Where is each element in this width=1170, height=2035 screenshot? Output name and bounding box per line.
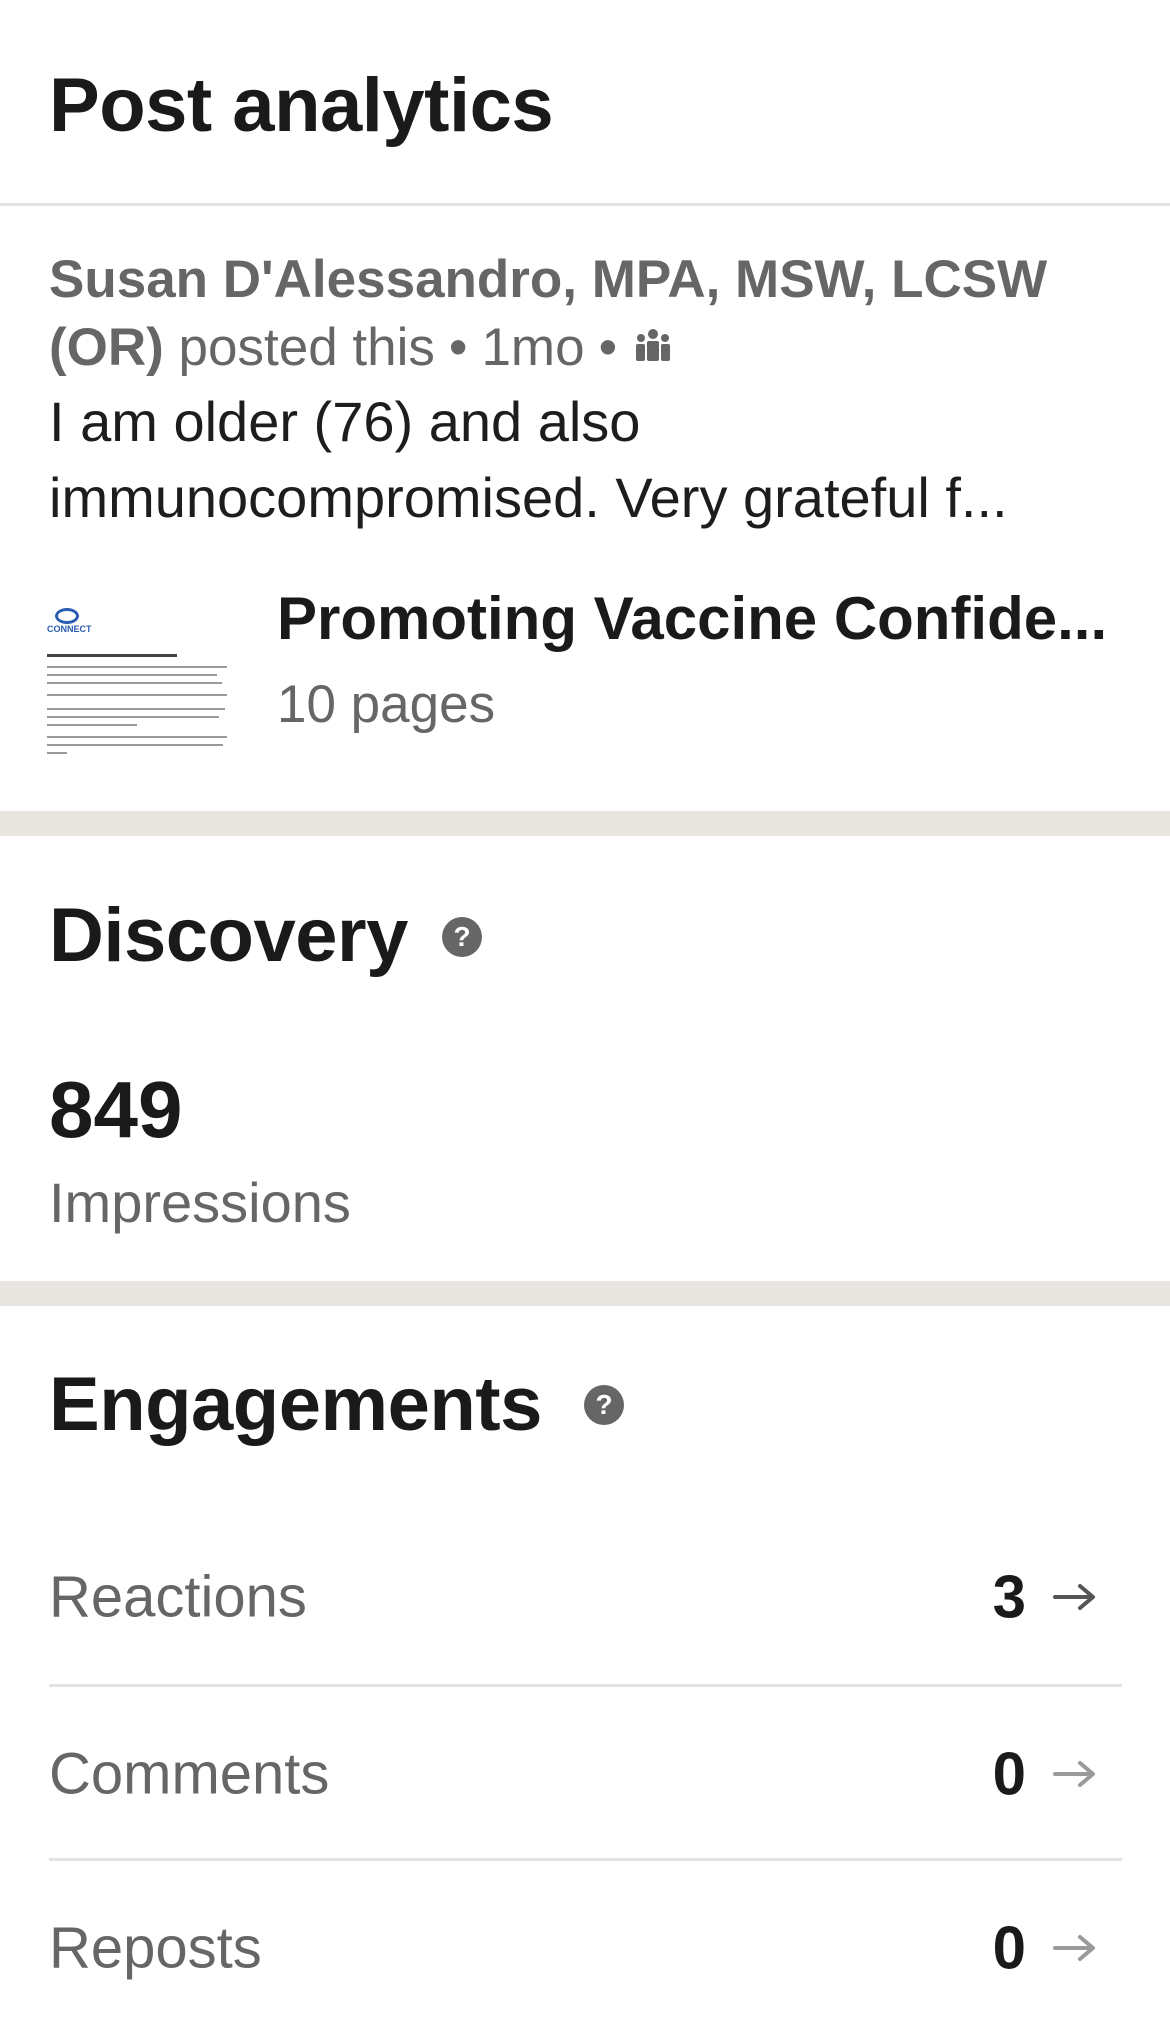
section-separator — [0, 811, 1170, 836]
page-header: Post analytics — [0, 0, 1170, 206]
impressions-count: 849 — [49, 1065, 183, 1154]
thumb-text-line — [47, 666, 227, 668]
thumb-text-line — [47, 682, 222, 684]
row-value: 0 — [992, 1740, 1026, 1808]
section-separator — [0, 1281, 1170, 1306]
arrow-right-icon — [1053, 1761, 1095, 1787]
group-icon — [635, 311, 671, 379]
thumb-text-line — [47, 716, 219, 718]
thumb-text-line — [47, 752, 67, 754]
arrow-right-icon — [1053, 1935, 1095, 1961]
thumb-text-line — [47, 708, 225, 710]
post-byline[interactable]: Susan D'Alessandro, MPA, MSW, LCSW (OR) … — [49, 246, 1129, 385]
help-icon[interactable]: ? — [584, 1385, 624, 1425]
post-age: 1mo — [481, 318, 585, 377]
post-text-line: I am older (76) and also — [49, 390, 641, 453]
post-action: posted this — [178, 318, 435, 377]
help-icon[interactable]: ? — [442, 917, 482, 957]
engagement-row-comments[interactable]: Comments 0 — [49, 1687, 1122, 1861]
thumb-text-line — [47, 724, 137, 726]
post-text[interactable]: I am older (76) and also immunocompromis… — [49, 384, 1129, 536]
post-text-line: immunocompromised. Very grateful f... — [49, 466, 1008, 529]
row-value: 3 — [992, 1563, 1026, 1631]
document-thumbnail[interactable]: CONNECT — [45, 600, 245, 760]
thumb-text-line — [47, 736, 227, 738]
thumb-text-line — [47, 744, 223, 746]
engagements-title: Engagements — [49, 1362, 542, 1447]
document-logo-text: CONNECT — [47, 624, 92, 634]
document-page-count: 10 pages — [277, 675, 496, 734]
separator-dot: • — [448, 318, 468, 377]
document-logo-icon — [55, 608, 79, 624]
arrow-right-icon — [1053, 1584, 1095, 1610]
thumb-text-line — [47, 694, 227, 696]
thumb-title-line — [47, 654, 177, 657]
discovery-title: Discovery — [49, 893, 408, 978]
impressions-label: Impressions — [49, 1171, 351, 1234]
separator-dot: • — [598, 318, 618, 377]
engagement-row-reactions[interactable]: Reactions 3 — [49, 1510, 1122, 1684]
thumb-text-line — [47, 674, 217, 676]
engagement-row-reposts[interactable]: Reposts 0 — [49, 1861, 1122, 2035]
row-label: Reactions — [49, 1564, 307, 1630]
row-value: 0 — [992, 1914, 1026, 1982]
page-title: Post analytics — [49, 63, 554, 148]
row-label: Comments — [49, 1741, 330, 1807]
row-label: Reposts — [49, 1915, 262, 1981]
document-title[interactable]: Promoting Vaccine Confide... — [277, 584, 1107, 653]
